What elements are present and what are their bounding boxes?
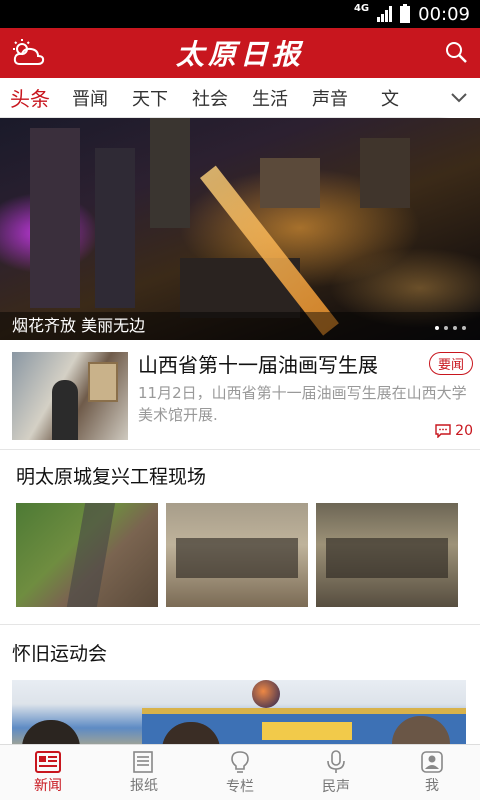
- tabs-expand-button[interactable]: [438, 78, 480, 118]
- nav-me[interactable]: 我: [384, 745, 480, 800]
- gallery-image-2: [166, 503, 308, 607]
- lightbulb-icon: [231, 750, 249, 773]
- app-logo: 太原日报: [175, 38, 304, 71]
- nav-voice[interactable]: 民声: [288, 745, 384, 800]
- nav-label: 新闻: [34, 777, 62, 794]
- clock: 00:09: [418, 3, 470, 25]
- feature-title: 怀旧运动会: [12, 643, 108, 665]
- user-icon: [421, 750, 443, 773]
- news-thumbnail: [12, 352, 128, 440]
- comment-count-value: 20: [455, 423, 473, 439]
- news-icon: [35, 750, 61, 773]
- weather-cloud-sun-icon[interactable]: [10, 38, 46, 68]
- tab-life[interactable]: 生活: [240, 85, 300, 111]
- status-bar: 4G 00:09: [0, 0, 480, 28]
- chevron-down-icon: [451, 93, 467, 103]
- news-tag-badge: 要闻: [428, 352, 473, 375]
- gallery-title: 明太原城复兴工程现场: [16, 466, 207, 488]
- nav-newspaper[interactable]: 报纸: [96, 745, 192, 800]
- news-title: 山西省第十一届油画写生展: [138, 353, 378, 377]
- newspaper-icon: [133, 750, 153, 773]
- gallery-image-3: [316, 503, 458, 607]
- carousel-indicator: [435, 326, 466, 330]
- comment-count[interactable]: 20: [435, 423, 473, 439]
- tab-headlines[interactable]: 头条: [0, 83, 60, 112]
- tab-shanxi[interactable]: 晋闻: [60, 85, 120, 111]
- tab-world[interactable]: 天下: [120, 85, 180, 111]
- hero-carousel[interactable]: 烟花齐放 美丽无边: [0, 118, 480, 340]
- bottom-nav: 新闻 报纸 专栏 民声 我: [0, 744, 480, 800]
- nav-news[interactable]: 新闻: [0, 745, 96, 800]
- gallery-image-1: [16, 503, 158, 607]
- nav-label: 民声: [322, 778, 350, 795]
- hero-caption: 烟花齐放 美丽无边: [0, 312, 480, 340]
- feature-item[interactable]: 怀旧运动会: [0, 625, 480, 760]
- microphone-icon: [327, 749, 345, 773]
- nav-label: 专栏: [226, 778, 254, 795]
- tab-society[interactable]: 社会: [180, 85, 240, 111]
- nav-label: 我: [425, 777, 439, 794]
- comment-icon: [435, 424, 451, 438]
- search-icon[interactable]: [444, 40, 468, 64]
- nav-label: 报纸: [130, 777, 158, 794]
- category-tabs: 头条 晋闻 天下 社会 生活 声音 文: [0, 78, 480, 118]
- news-summary: 11月2日，山西省第十一届油画写生展在山西大学美术馆开展.: [138, 384, 467, 424]
- battery-icon: [400, 3, 411, 23]
- app-header: 太原日报: [0, 28, 480, 78]
- tab-culture[interactable]: 文: [360, 85, 420, 111]
- nav-column[interactable]: 专栏: [192, 745, 288, 800]
- signal-icon: [377, 6, 393, 22]
- network-type: 4G: [353, 2, 370, 14]
- tab-voice[interactable]: 声音: [300, 85, 360, 111]
- news-item[interactable]: 山西省第十一届油画写生展 要闻 11月2日，山西省第十一届油画写生展在山西大学美…: [0, 340, 480, 450]
- gallery-item[interactable]: 明太原城复兴工程现场: [0, 450, 480, 625]
